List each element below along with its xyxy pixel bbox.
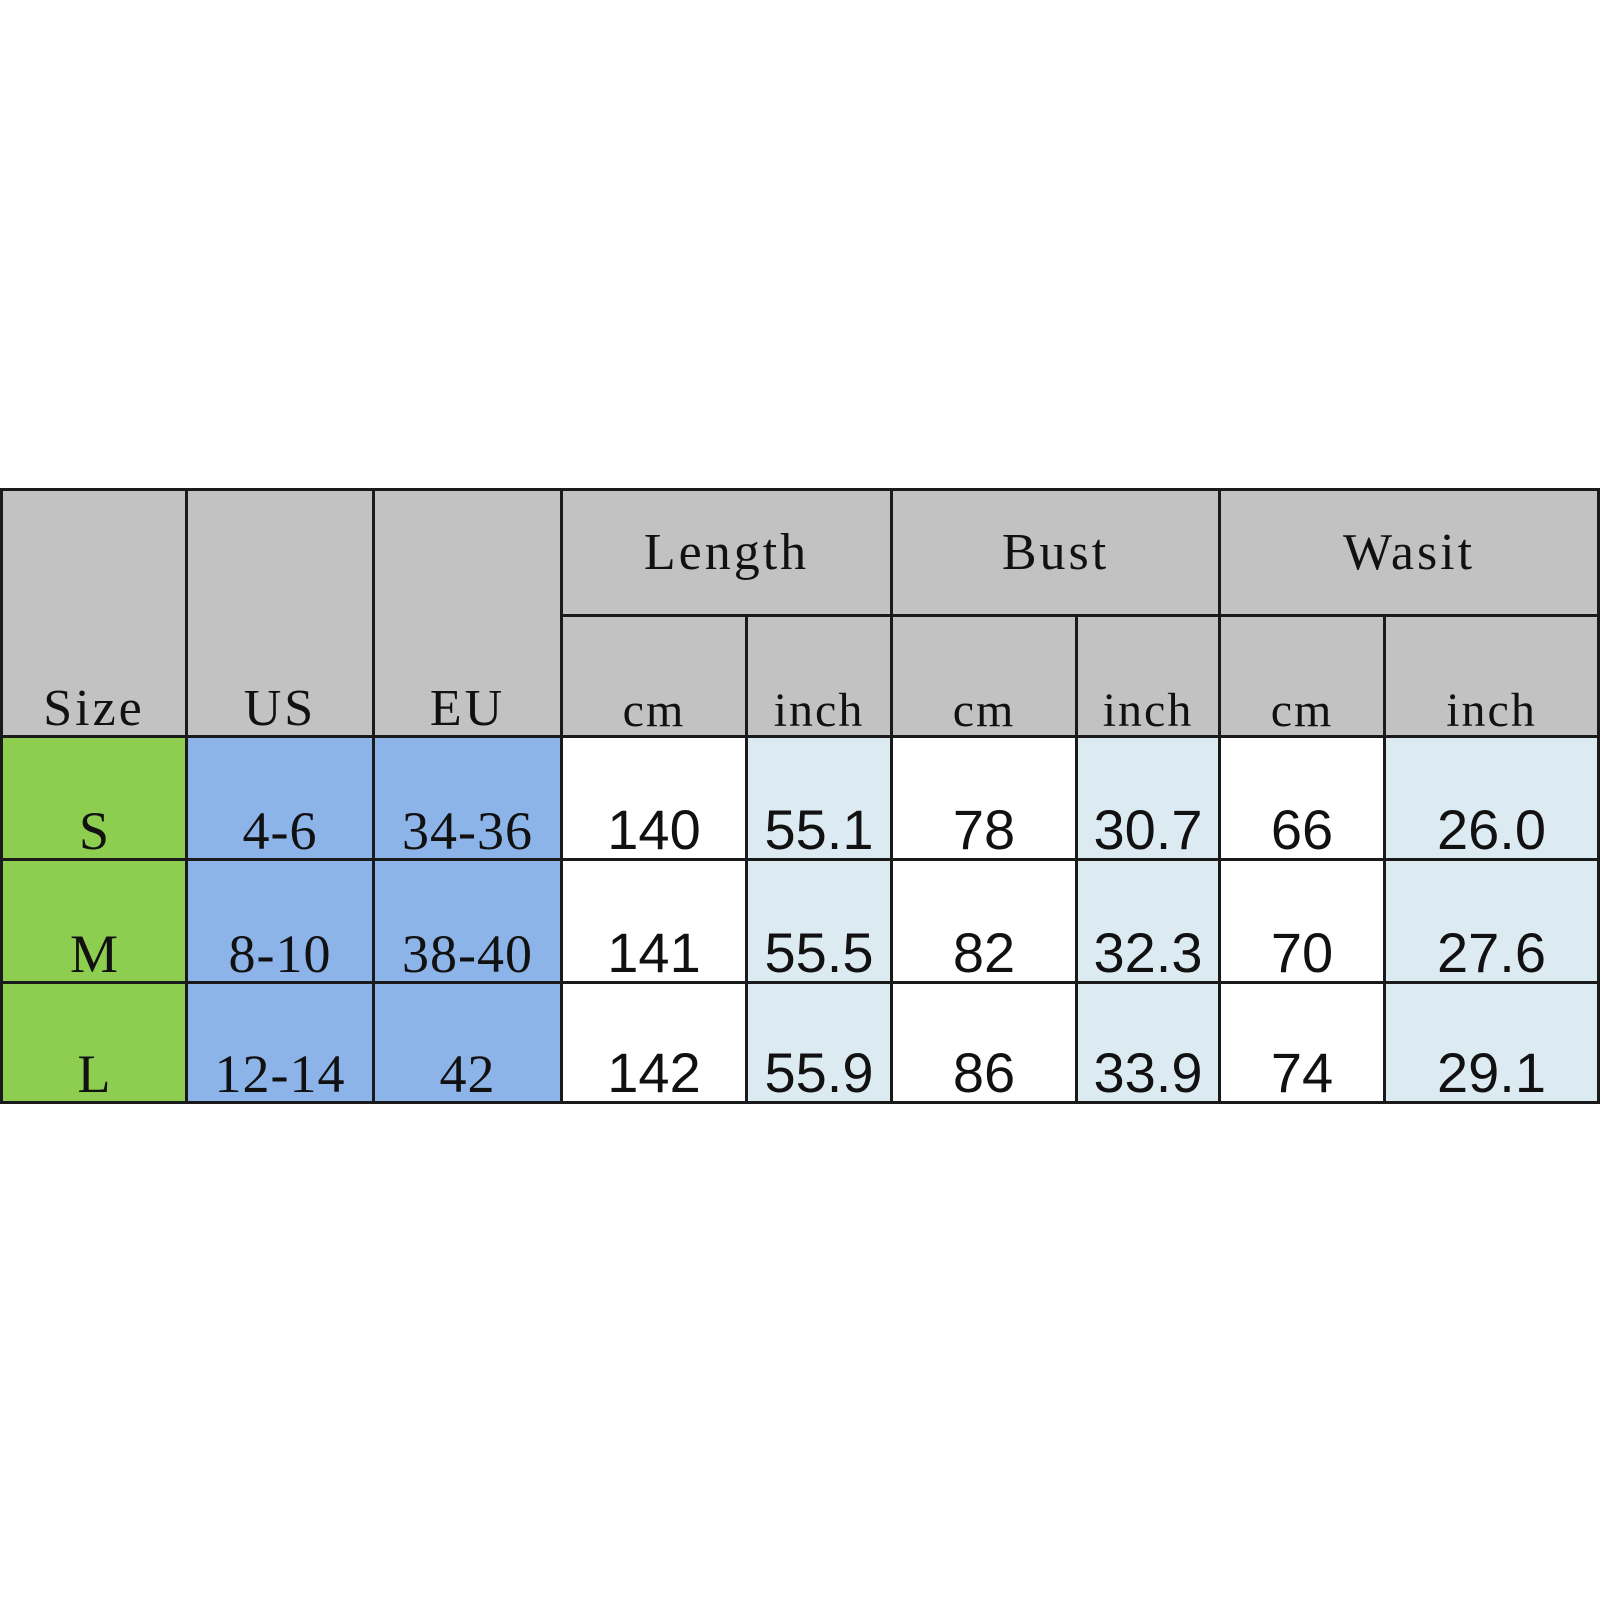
table-row: L 12-14 42 142 55.9 86 33.9 74 29.1 — [0, 981, 1600, 1104]
header-unit-length-cm: cm — [560, 614, 748, 738]
cell-eu: 42 — [372, 981, 563, 1104]
cell-waist-inch: 26.0 — [1383, 735, 1600, 861]
cell-bust-cm: 78 — [890, 735, 1079, 861]
cell-waist-cm: 70 — [1218, 858, 1387, 984]
table-row: M 8-10 38-40 141 55.5 82 32.3 70 27.6 — [0, 858, 1600, 984]
cell-us: 12-14 — [185, 981, 375, 1104]
cell-us: 4-6 — [185, 735, 375, 861]
header-unit-bust-cm: cm — [890, 614, 1079, 738]
cell-eu: 38-40 — [372, 858, 563, 984]
cell-length-cm: 141 — [560, 858, 748, 984]
header-unit-waist-cm: cm — [1218, 614, 1387, 738]
cell-bust-cm: 82 — [890, 858, 1079, 984]
cell-size: L — [0, 981, 188, 1104]
cell-length-inch: 55.9 — [744, 981, 894, 1104]
cell-bust-inch: 30.7 — [1075, 735, 1222, 861]
cell-length-inch: 55.5 — [744, 858, 894, 984]
table-row: S 4-6 34-36 140 55.1 78 30.7 66 26.0 — [0, 735, 1600, 861]
cell-length-inch: 55.1 — [744, 735, 894, 861]
cell-waist-cm: 74 — [1218, 981, 1387, 1104]
cell-waist-inch: 27.6 — [1383, 858, 1600, 984]
header-group-bust: Bust — [890, 488, 1222, 617]
cell-size: S — [0, 735, 188, 861]
cell-us: 8-10 — [185, 858, 375, 984]
cell-bust-cm: 86 — [890, 981, 1079, 1104]
header-eu: EU — [372, 488, 563, 738]
header-unit-length-inch: inch — [744, 614, 894, 738]
cell-length-cm: 142 — [560, 981, 748, 1104]
header-group-length: Length — [559, 488, 894, 617]
cell-bust-inch: 32.3 — [1075, 858, 1222, 984]
table-header: Size US EU Length Bust Wasit cm inch cm … — [0, 488, 1600, 738]
header-size: Size — [0, 488, 188, 738]
header-unit-waist-inch: inch — [1383, 614, 1600, 738]
header-us: US — [185, 488, 375, 738]
header-unit-bust-inch: inch — [1075, 614, 1222, 738]
cell-eu: 34-36 — [372, 735, 563, 861]
header-group-waist: Wasit — [1218, 488, 1600, 617]
table-body: S 4-6 34-36 140 55.1 78 30.7 66 26.0 M 8… — [0, 735, 1600, 1104]
cell-size: M — [0, 858, 188, 984]
size-chart-table: Size US EU Length Bust Wasit cm inch cm … — [0, 488, 1600, 1104]
size-chart-container: Size US EU Length Bust Wasit cm inch cm … — [0, 488, 1600, 1104]
cell-length-cm: 140 — [560, 735, 748, 861]
cell-waist-inch: 29.1 — [1383, 981, 1600, 1104]
cell-bust-inch: 33.9 — [1075, 981, 1222, 1104]
cell-waist-cm: 66 — [1218, 735, 1387, 861]
header-row-groups: Size US EU Length Bust Wasit — [0, 488, 1600, 738]
